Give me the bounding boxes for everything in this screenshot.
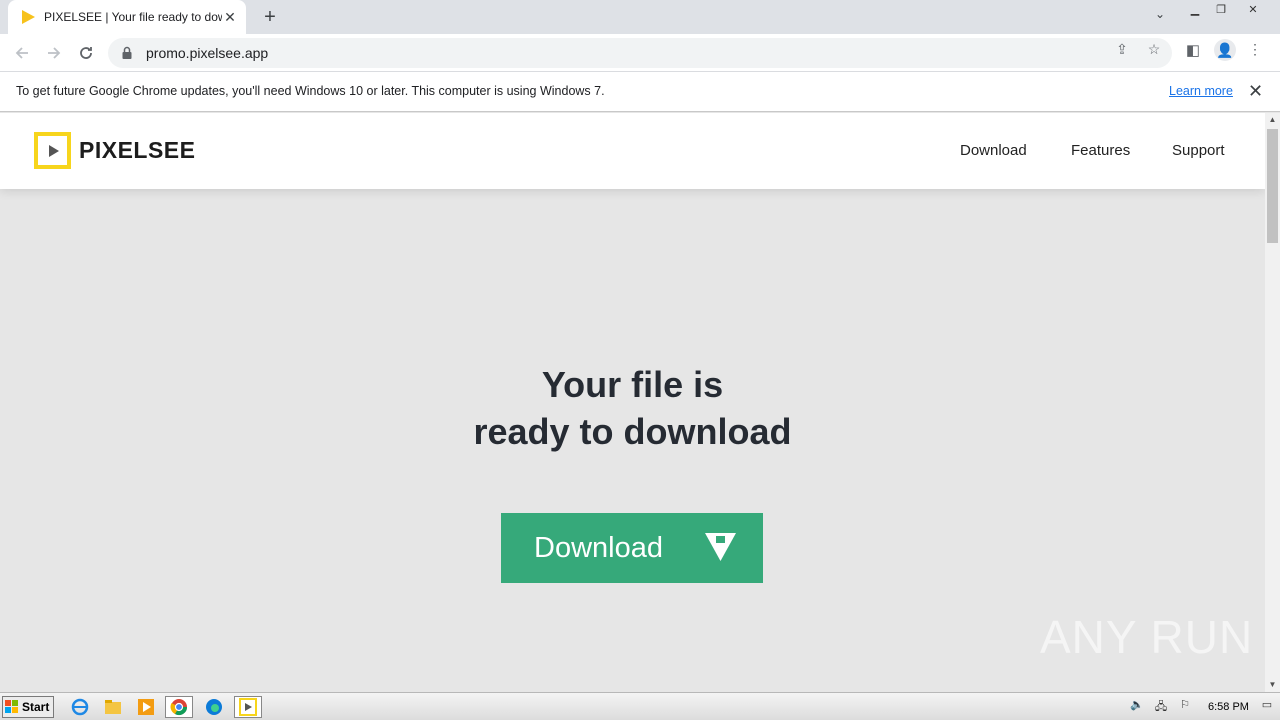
- download-button[interactable]: Download: [501, 513, 763, 583]
- download-button-label: Download: [534, 531, 663, 564]
- bookmark-star-icon[interactable]: ☆: [1145, 41, 1163, 59]
- learn-more-link[interactable]: Learn more: [1169, 84, 1233, 98]
- network-icon[interactable]: 🖧: [1152, 698, 1170, 716]
- volume-icon[interactable]: 🔈: [1128, 698, 1146, 716]
- start-label: Start: [22, 700, 50, 714]
- pixelsee-logo[interactable]: PIXELSEE: [34, 132, 195, 169]
- download-arrow-icon: [705, 533, 736, 561]
- forward-button[interactable]: [42, 41, 66, 65]
- play-icon: [48, 144, 59, 157]
- forward-arrow-icon: [48, 47, 61, 59]
- tab-title: PIXELSEE | Your file ready to downlo: [44, 10, 222, 24]
- lock-icon: [122, 46, 132, 59]
- tab-strip: PIXELSEE | Your file ready to downlo ✕ +…: [0, 0, 1280, 34]
- browser-toolbar: promo.pixelsee.app ⇪ ☆ ◧ 👤 ⋮: [0, 34, 1280, 72]
- menu-kebab-icon[interactable]: ⋮: [1246, 41, 1264, 59]
- edge-icon[interactable]: [200, 696, 228, 718]
- nav-download-link[interactable]: Download: [960, 142, 1027, 159]
- show-desktop-icon[interactable]: ▭: [1258, 698, 1276, 716]
- update-infobar: To get future Google Chrome updates, you…: [0, 72, 1280, 112]
- chrome-icon[interactable]: [165, 696, 193, 718]
- tab-close-icon[interactable]: ✕: [222, 9, 238, 26]
- action-center-flag-icon[interactable]: ⚐: [1176, 698, 1194, 716]
- share-icon[interactable]: ⇪: [1113, 41, 1131, 59]
- headline-line-2: ready to download: [473, 411, 792, 452]
- back-arrow-icon: [15, 47, 28, 59]
- tab-search-chevron-icon[interactable]: ⌄: [1150, 7, 1170, 27]
- infobar-close-icon[interactable]: ✕: [1248, 81, 1263, 102]
- logo-mark: [34, 132, 71, 169]
- side-panel-icon[interactable]: ◧: [1184, 41, 1202, 59]
- minimize-button[interactable]: ▁: [1182, 0, 1208, 18]
- new-tab-button[interactable]: +: [258, 6, 282, 30]
- restore-button[interactable]: ❐: [1208, 0, 1234, 18]
- windows-flag-icon: [5, 700, 18, 713]
- start-button[interactable]: Start: [2, 696, 54, 718]
- scroll-thumb[interactable]: [1267, 129, 1278, 243]
- scroll-down-arrow-icon[interactable]: ▼: [1265, 678, 1280, 692]
- nav-features-link[interactable]: Features: [1071, 142, 1130, 159]
- scroll-up-arrow-icon[interactable]: ▲: [1265, 113, 1280, 127]
- browser-tab[interactable]: PIXELSEE | Your file ready to downlo ✕: [8, 0, 246, 34]
- back-button[interactable]: [10, 41, 34, 65]
- pixelsee-favicon-icon: [22, 10, 35, 24]
- file-explorer-icon[interactable]: [99, 696, 127, 718]
- reload-icon: [80, 47, 92, 59]
- clock[interactable]: 6:58 PM: [1208, 701, 1249, 713]
- url-text: promo.pixelsee.app: [146, 45, 269, 61]
- infobar-message: To get future Google Chrome updates, you…: [16, 84, 605, 98]
- pixelsee-app-icon[interactable]: [234, 696, 262, 718]
- address-bar[interactable]: promo.pixelsee.app: [108, 38, 1172, 68]
- page-viewport: PIXELSEE Download Features Support Your …: [0, 113, 1265, 692]
- page-scrollbar[interactable]: ▲ ▼: [1265, 113, 1280, 692]
- media-player-icon[interactable]: [132, 696, 160, 718]
- hero-headline: Your file is ready to download: [0, 361, 1265, 455]
- headline-line-1: Your file is: [541, 364, 724, 405]
- reload-button[interactable]: [74, 41, 98, 65]
- internet-explorer-icon[interactable]: [66, 696, 94, 718]
- profile-avatar-icon[interactable]: 👤: [1214, 39, 1236, 61]
- brand-name: PIXELSEE: [79, 137, 196, 163]
- site-header: PIXELSEE Download Features Support: [0, 113, 1265, 189]
- anyrun-watermark: ANY RUN: [1040, 611, 1254, 663]
- nav-support-link[interactable]: Support: [1172, 142, 1225, 159]
- windows-taskbar: Start 🔈 🖧 ⚐ 6:58 PM ▭: [0, 692, 1280, 720]
- close-window-button[interactable]: ✕: [1240, 0, 1266, 18]
